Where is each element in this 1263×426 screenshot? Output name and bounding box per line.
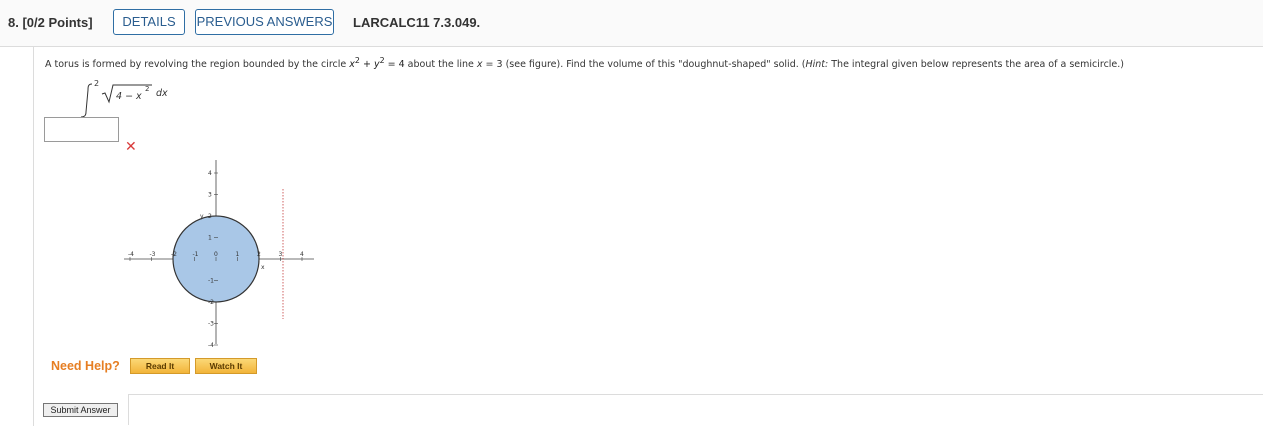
y-tick-label: -4 — [208, 342, 214, 349]
incorrect-icon: ✕ — [125, 138, 137, 154]
watch-it-button[interactable]: Watch It — [195, 358, 257, 374]
question-title: 8. [0/2 Points] — [8, 15, 93, 30]
y-tick-label: 4 — [208, 170, 212, 177]
y-axis-label: y — [200, 213, 204, 220]
dx-label: dx — [156, 88, 168, 99]
x-tick-label: -4 — [128, 251, 134, 258]
y-tick-label: 2 — [208, 213, 212, 220]
y-tick-label: -1 — [208, 278, 214, 285]
problem-reference: LARCALC11 7.3.049. — [353, 15, 481, 30]
read-it-button[interactable]: Read It — [130, 358, 190, 374]
x-tick-label: 4 — [300, 251, 304, 258]
x-tick-label: -3 — [150, 251, 156, 258]
x-tick-label: 2 — [257, 251, 261, 258]
need-help-label: Need Help? — [51, 359, 120, 373]
y-tick-label: 3 — [208, 192, 212, 199]
torus-figure: -4 -3 -2 -1 0 1 2 3 4 4 3 2 1 -1 -2 -3 -4 x y — [124, 160, 314, 349]
x-tick-label: -2 — [171, 251, 177, 258]
left-border — [33, 47, 34, 426]
x-tick-label: 1 — [236, 251, 240, 258]
previous-answers-button[interactable]: PREVIOUS ANSWERS — [195, 9, 334, 35]
radicand: 4 − x — [116, 91, 142, 102]
x-tick-label: -1 — [193, 251, 199, 258]
x-tick-label: 3 — [279, 251, 283, 258]
details-button[interactable]: DETAILS — [113, 9, 185, 35]
question-header: 8. [0/2 Points] DETAILS PREVIOUS ANSWERS… — [0, 0, 1263, 47]
submit-answer-button[interactable]: Submit Answer — [43, 403, 118, 417]
y-tick-label: 1 — [208, 235, 212, 242]
radicand-exponent: 2 — [145, 85, 149, 93]
integral-upper-limit: 2 — [94, 79, 99, 88]
y-tick-label: -3 — [208, 321, 214, 328]
problem-text: A torus is formed by revolving the regio… — [45, 56, 1125, 71]
answer-input[interactable] — [44, 117, 119, 142]
x-tick-label: 0 — [214, 251, 218, 258]
x-axis-label: x — [261, 264, 265, 271]
divider-vertical — [128, 394, 129, 425]
y-tick-label: -2 — [208, 299, 214, 306]
divider — [128, 394, 1263, 395]
